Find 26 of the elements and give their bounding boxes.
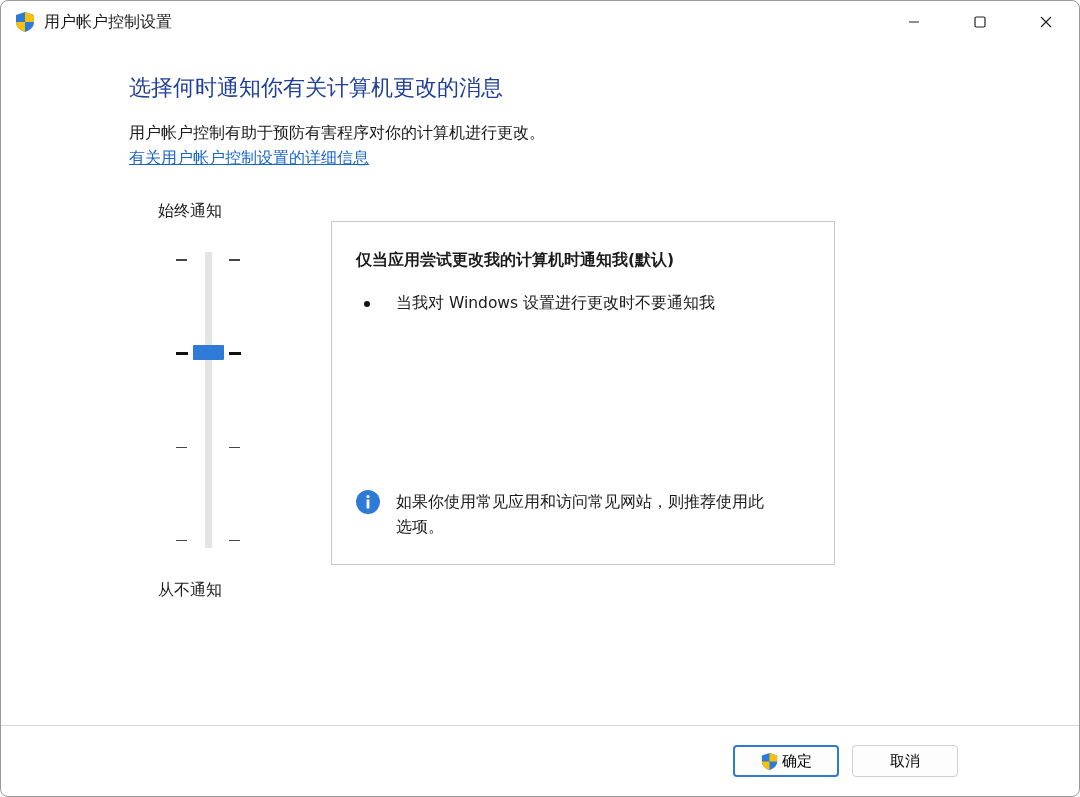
- window-title: 用户帐户控制设置: [44, 11, 172, 33]
- tick-mark: [176, 352, 188, 355]
- shield-icon: [760, 751, 778, 771]
- tick-mark: [229, 446, 240, 448]
- ok-button[interactable]: 确定: [733, 745, 839, 777]
- tick-mark: [229, 352, 241, 355]
- tick-mark: [176, 539, 187, 541]
- cancel-button[interactable]: 取消: [852, 745, 958, 777]
- bullet-text: 当我对 Windows 设置进行更改时不要通知我: [396, 293, 716, 314]
- tick-mark: [229, 259, 240, 261]
- slider-thumb[interactable]: [193, 344, 224, 360]
- slider-label: 始终通知: [158, 201, 222, 222]
- description: 用户帐户控制有助于预防有害程序对你的计算机进行更改。: [129, 123, 546, 144]
- heading: 选择何时通知你有关计算机更改的消息: [129, 74, 504, 102]
- info-icon: [356, 490, 380, 514]
- maximize-icon: [974, 16, 986, 28]
- tick-mark: [176, 446, 187, 448]
- shield-icon: [15, 11, 35, 33]
- bullet-icon: [364, 300, 370, 307]
- tick-mark: [229, 539, 240, 541]
- slider-label: 从不通知: [158, 580, 222, 601]
- tick-mark: [176, 259, 187, 261]
- help-link[interactable]: 有关用户帐户控制设置的详细信息: [129, 148, 369, 169]
- note-text: 如果你使用常见应用和访问常见网站，则推荐使用此选项。: [396, 492, 765, 538]
- close-icon: [1040, 16, 1052, 28]
- panel-title: 仅当应用尝试更改我的计算机时通知我(默认): [356, 250, 676, 271]
